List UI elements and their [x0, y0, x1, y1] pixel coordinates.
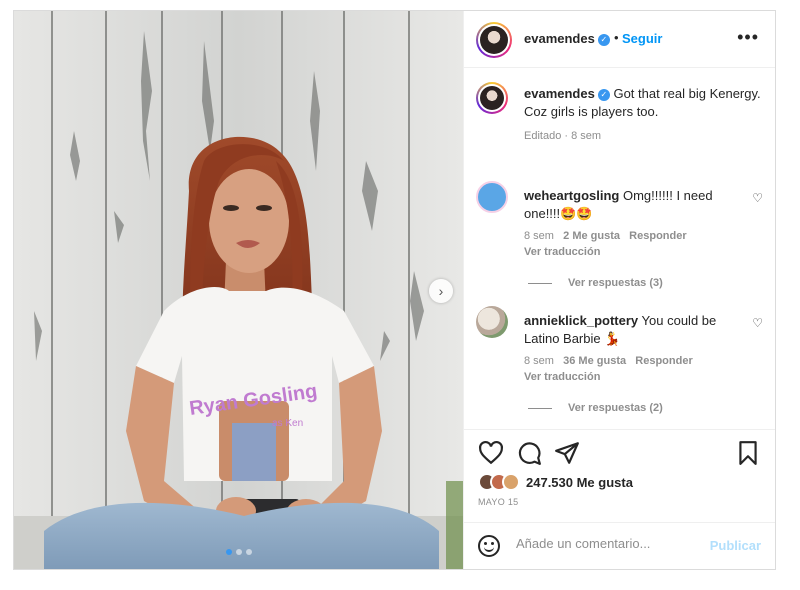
add-comment-bar: Publicar: [464, 522, 775, 569]
caption-avatar[interactable]: [476, 82, 508, 114]
instagram-post: Ryan Gosling as Ken › evamendes ✓ • Segu…: [13, 10, 776, 570]
comment-age: 8 sem: [524, 355, 554, 367]
shirt-print-subtext: as Ken: [272, 418, 303, 429]
comment-meta: 8 sem 2 Me gusta Responder: [524, 230, 687, 242]
carousel-indicator: [14, 549, 463, 555]
paper-plane-icon[interactable]: [554, 440, 580, 466]
comment-avatar[interactable]: [476, 181, 508, 213]
comment-username[interactable]: weheartgosling: [524, 188, 619, 203]
bookmark-icon[interactable]: [735, 440, 761, 466]
view-replies-button[interactable]: Ver respuestas (2): [528, 402, 663, 414]
reply-button[interactable]: Responder: [629, 230, 686, 242]
post-caption: evamendes ✓ Got that real big Kenergy. Co…: [524, 85, 764, 145]
ellipsis-icon[interactable]: •••: [737, 27, 759, 48]
comment-likes[interactable]: 2 Me gusta: [563, 230, 620, 242]
post-photo[interactable]: Ryan Gosling as Ken ›: [14, 11, 463, 569]
view-replies-text: Ver respuestas (3): [568, 277, 663, 289]
carousel-next-button[interactable]: ›: [429, 279, 453, 303]
reply-button[interactable]: Responder: [635, 355, 692, 367]
follow-button[interactable]: Seguir: [622, 31, 662, 46]
likes-count[interactable]: 247.530 Me gusta: [526, 475, 633, 490]
liker-avatar: [502, 473, 520, 491]
caption-line-1: Got that real big Kenergy.: [613, 86, 761, 101]
post-header: evamendes ✓ • Seguir •••: [464, 11, 775, 68]
post-actions: 247.530 Me gusta MAYO 15: [464, 429, 775, 521]
verified-badge-icon: ✓: [597, 33, 610, 46]
caption-meta: Editado · 8 sem: [524, 130, 602, 142]
publish-button[interactable]: Publicar: [710, 538, 761, 553]
post-date[interactable]: MAYO 15: [478, 497, 518, 507]
see-translation-link[interactable]: Ver traducción: [524, 371, 600, 383]
comment-username[interactable]: annieklick_pottery: [524, 313, 638, 328]
carousel-dot-3: [245, 549, 252, 555]
comment-avatar[interactable]: [476, 306, 508, 338]
comment-age: 8 sem: [524, 230, 554, 242]
author-avatar[interactable]: [476, 22, 512, 58]
replies-divider: [528, 282, 552, 284]
author-username[interactable]: evamendes ✓: [524, 31, 610, 46]
replies-divider: [528, 407, 552, 409]
author-username-text: evamendes: [524, 31, 595, 46]
comments-list[interactable]: evamendes ✓ Got that real big Kenergy. Co…: [464, 68, 775, 428]
caption-username[interactable]: evamendes: [524, 86, 595, 101]
comment-body: annieklick_pottery You could be Latino B…: [524, 312, 744, 348]
see-translation-link[interactable]: Ver traducción: [524, 246, 600, 258]
comment-likes[interactable]: 36 Me gusta: [563, 355, 626, 367]
caption-line-2: Coz girls is players too.: [524, 104, 659, 119]
carousel-dot-1: [225, 549, 232, 555]
likes-summary[interactable]: 247.530 Me gusta: [478, 473, 633, 491]
speech-bubble-icon[interactable]: [516, 440, 542, 466]
chevron-right-icon: ›: [438, 283, 444, 299]
heart-outline-icon[interactable]: [478, 440, 504, 466]
comment-input[interactable]: [516, 536, 706, 551]
view-replies-button[interactable]: Ver respuestas (3): [528, 277, 663, 289]
verified-badge-icon: ✓: [597, 89, 610, 101]
comment-like-heart-icon[interactable]: ♡: [752, 316, 763, 330]
header-separator: •: [614, 30, 619, 45]
photo-illustration: Ryan Gosling as Ken: [14, 11, 463, 569]
comment-meta: 8 sem 36 Me gusta Responder: [524, 355, 693, 367]
emoji-smile-icon[interactable]: [478, 535, 500, 557]
view-replies-text: Ver respuestas (2): [568, 402, 663, 414]
carousel-dot-2: [235, 549, 242, 555]
comment-body: weheartgosling Omg!!!!!! I need one!!!!🤩…: [524, 187, 744, 223]
post-side-panel: evamendes ✓ • Seguir ••• evamendes ✓ Got t…: [463, 11, 775, 569]
comment-like-heart-icon[interactable]: ♡: [752, 191, 763, 205]
